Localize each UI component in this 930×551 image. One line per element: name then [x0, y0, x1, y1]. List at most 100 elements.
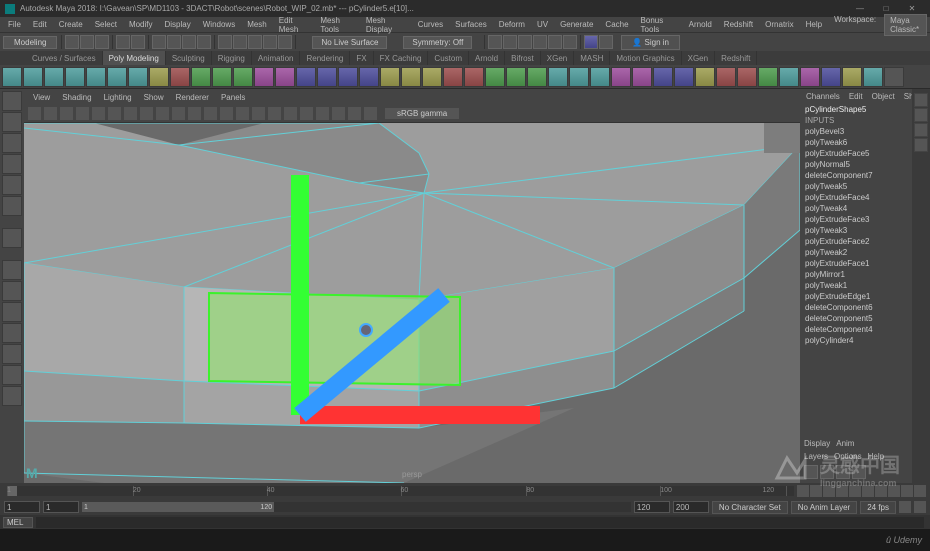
shelf-ultrashape-icon[interactable]	[233, 67, 253, 87]
input-node[interactable]: polyExtrudeFace1	[802, 258, 910, 269]
ipr-icon[interactable]	[518, 35, 532, 49]
panel-filmgate-icon[interactable]	[107, 106, 122, 121]
shelf-superellipse-icon[interactable]	[191, 67, 211, 87]
menu-uv[interactable]: UV	[532, 19, 553, 30]
selmode4-icon[interactable]	[197, 35, 211, 49]
shelf-appendpoly-icon[interactable]	[443, 67, 463, 87]
symmetry-button[interactable]: Symmetry: Off	[403, 36, 472, 49]
shelf-connect-icon[interactable]	[611, 67, 631, 87]
shelf-tab-animation[interactable]: Animation	[252, 51, 301, 65]
shelf-polycube-icon[interactable]	[23, 67, 43, 87]
input-node[interactable]: polyTweak4	[802, 203, 910, 214]
shelf-bool-inter-icon[interactable]	[359, 67, 379, 87]
shelf-tab-mash[interactable]: MASH	[574, 51, 610, 65]
input-node[interactable]: deleteComponent7	[802, 170, 910, 181]
shelf-tab-polymodeling[interactable]: Poly Modeling	[103, 51, 166, 65]
shelf-remesh-icon[interactable]	[863, 67, 883, 87]
colormanagement-dropdown[interactable]: sRGB gamma	[385, 108, 459, 119]
shelf-svg-icon[interactable]	[170, 67, 190, 87]
menuset-dropdown[interactable]: Modeling	[3, 36, 57, 49]
panel-smoothshade-icon[interactable]	[171, 106, 186, 121]
shelf-tab-rigging[interactable]: Rigging	[212, 51, 252, 65]
newscene-icon[interactable]	[65, 35, 79, 49]
shelf-polydisc-icon[interactable]	[128, 67, 148, 87]
shelf-tab-xgen2[interactable]: XGen	[682, 51, 715, 65]
range-subend-input[interactable]: 120	[634, 501, 670, 513]
input-node[interactable]: polyExtrudeFace2	[802, 236, 910, 247]
play-keyback-icon[interactable]	[823, 485, 835, 497]
menu-cache[interactable]: Cache	[600, 19, 633, 30]
time-slider[interactable]: 1 20 40 60 80 100 120	[0, 483, 930, 499]
shelf-mirror-icon[interactable]	[653, 67, 673, 87]
shelf-polyplane-icon[interactable]	[107, 67, 127, 87]
layout-single-icon[interactable]	[2, 260, 22, 280]
shelf-polytorus-icon[interactable]	[86, 67, 106, 87]
input-node[interactable]: deleteComponent6	[802, 302, 910, 313]
shelf-quaddraw-icon[interactable]	[758, 67, 778, 87]
input-node[interactable]: deleteComponent5	[802, 313, 910, 324]
menu-windows[interactable]: Windows	[198, 19, 240, 30]
input-node[interactable]: polyTweak3	[802, 225, 910, 236]
range-substart-input[interactable]: 1	[43, 501, 79, 513]
snap-grid-icon[interactable]	[218, 35, 232, 49]
input-node[interactable]: polyCylinder4	[802, 335, 910, 346]
channel-shape-node[interactable]: pCylinderShape5	[802, 104, 910, 115]
menu-edit[interactable]: Edit	[28, 19, 52, 30]
shelf-multicut-icon[interactable]	[548, 67, 568, 87]
menu-surfaces[interactable]: Surfaces	[450, 19, 492, 30]
panel-dof-icon[interactable]	[363, 106, 378, 121]
panel-layout-icon[interactable]	[584, 35, 598, 49]
layer-tab-options[interactable]: Options	[834, 452, 862, 461]
shelf-tab-redshift[interactable]: Redshift	[715, 51, 757, 65]
layout-four-icon[interactable]	[2, 281, 22, 301]
redo-icon[interactable]	[131, 35, 145, 49]
shelf-bool-diff-icon[interactable]	[338, 67, 358, 87]
menu-editmesh[interactable]: Edit Mesh	[274, 15, 314, 35]
menu-curves[interactable]: Curves	[413, 19, 448, 30]
input-node[interactable]: polyTweak1	[802, 280, 910, 291]
menu-file[interactable]: File	[3, 19, 26, 30]
shelf-normals-icon[interactable]	[674, 67, 694, 87]
panel-menu-view[interactable]: View	[28, 93, 55, 102]
script-lang-dropdown[interactable]: MEL	[3, 517, 33, 528]
selmode-icon[interactable]	[152, 35, 166, 49]
panel-menu-lighting[interactable]: Lighting	[99, 93, 137, 102]
panel-menu-shading[interactable]: Shading	[57, 93, 96, 102]
snap-curve-icon[interactable]	[233, 35, 247, 49]
channel-tab-edit[interactable]: Edit	[845, 91, 867, 102]
shelf-hardnormal-icon[interactable]	[716, 67, 736, 87]
fps-dropdown[interactable]: 24 fps	[860, 501, 896, 514]
panel-ao-icon[interactable]	[331, 106, 346, 121]
play-start-icon[interactable]	[797, 485, 809, 497]
shelf-tab-motiongraphics[interactable]: Motion Graphics	[610, 51, 681, 65]
menu-bonustools[interactable]: Bonus Tools	[636, 15, 682, 35]
shelf-tab-bifrost[interactable]: Bifrost	[505, 51, 541, 65]
select-tool-icon[interactable]	[2, 91, 22, 111]
shelf-polycone-icon[interactable]	[65, 67, 85, 87]
shelf-tab-curves[interactable]: Curves / Surfaces	[26, 51, 103, 65]
layout-graph-icon[interactable]	[2, 386, 22, 406]
shelf-crease-icon[interactable]	[779, 67, 799, 87]
paint-select-tool-icon[interactable]	[2, 133, 22, 153]
panel-gamma-icon[interactable]	[299, 106, 314, 121]
animlayer-dropdown[interactable]: No Anim Layer	[791, 501, 857, 514]
shelf-bool-union-icon[interactable]	[317, 67, 337, 87]
shelf-combine-icon[interactable]	[254, 67, 274, 87]
selmode2-icon[interactable]	[167, 35, 181, 49]
shelf-insertedgeloop-icon[interactable]	[569, 67, 589, 87]
play-stepback-icon[interactable]	[810, 485, 822, 497]
menu-redshift[interactable]: Redshift	[719, 19, 758, 30]
layer-tab-layers[interactable]: Layers	[804, 452, 828, 461]
shelf-tab-fx[interactable]: FX	[350, 51, 373, 65]
display-header-anim[interactable]: Anim	[836, 439, 854, 448]
input-node[interactable]: polyTweak5	[802, 181, 910, 192]
shelf-targetweld-icon[interactable]	[527, 67, 547, 87]
render-icon[interactable]	[503, 35, 517, 49]
input-node[interactable]: polyExtrudeFace4	[802, 192, 910, 203]
shelf-polysphere-icon[interactable]	[2, 67, 22, 87]
menu-display[interactable]: Display	[160, 19, 196, 30]
menu-mesh[interactable]: Mesh	[242, 19, 272, 30]
panel-camselect-icon[interactable]	[27, 106, 42, 121]
layer-empty-icon[interactable]	[836, 465, 850, 479]
menu-meshdisplay[interactable]: Mesh Display	[361, 15, 411, 35]
